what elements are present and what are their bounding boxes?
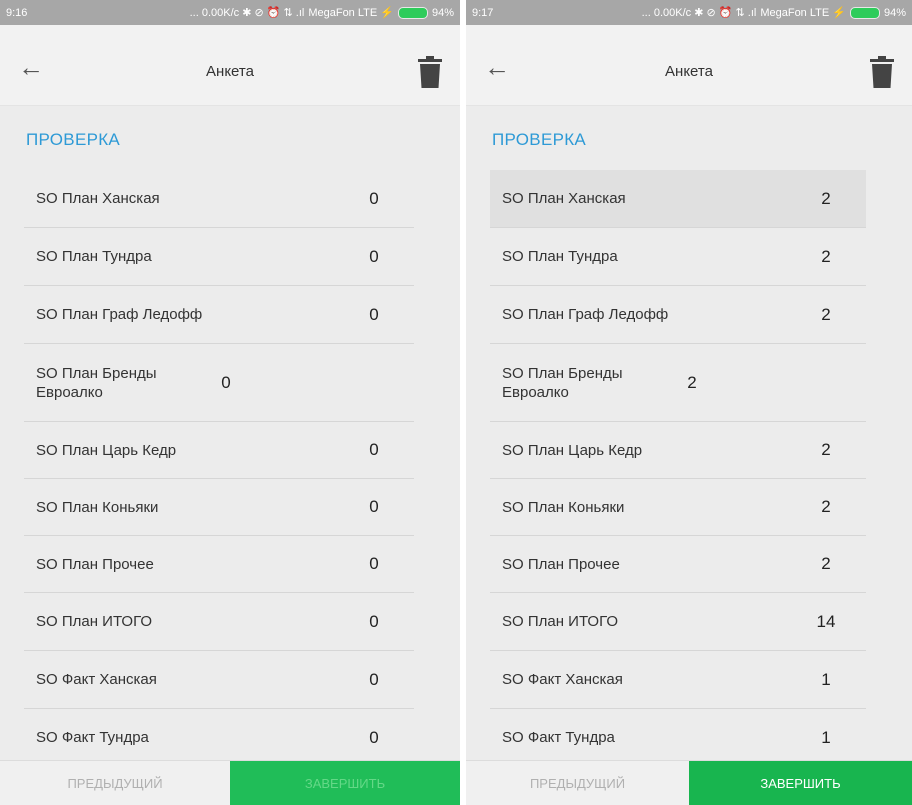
- list-item[interactable]: SO План Ханская 0: [24, 170, 414, 228]
- row-label: SO План Бренды Евроалко: [36, 364, 157, 401]
- list-item[interactable]: SO План Тундра 0: [24, 228, 414, 286]
- status-indicators-group: ... 0.00K/c ✱ ⊘ ⏰ ⇅ .ıl MegaFon LTE ⚡ 94…: [190, 6, 454, 19]
- row-label: SO План ИТОГО: [502, 613, 619, 630]
- row-label: SO Факт Тундра: [502, 729, 615, 746]
- status-carrier: MegaFon LTE ⚡: [760, 7, 846, 19]
- row-value[interactable]: 2: [786, 497, 866, 517]
- list-item[interactable]: SO План Бренды Евроалко 2: [490, 344, 866, 422]
- list-item[interactable]: SO План ИТОГО 0: [24, 593, 414, 651]
- app-bar: ← Анкета: [0, 25, 460, 106]
- row-value[interactable]: 2: [786, 247, 866, 267]
- trash-icon[interactable]: [870, 56, 894, 88]
- row-value[interactable]: 0: [334, 440, 414, 460]
- row-label: SO Факт Тундра: [36, 729, 149, 746]
- list-item[interactable]: SO План Тундра 2: [490, 228, 866, 286]
- row-value[interactable]: 0: [334, 670, 414, 690]
- list-item[interactable]: SO План Коньяки 2: [490, 479, 866, 536]
- row-label: SO План Прочее: [36, 555, 154, 573]
- status-battery: 94%: [431, 6, 454, 19]
- row-value[interactable]: 2: [786, 189, 866, 209]
- question-list: SO План Ханская 0 SO План Тундра 0 SO Пл…: [24, 170, 414, 767]
- phone-screen-right: 9:17 ... 0.00K/c ✱ ⊘ ⏰ ⇅ .ıl MegaFon LTE…: [466, 0, 912, 805]
- list-item[interactable]: SO План Царь Кедр 2: [490, 422, 866, 479]
- status-bar: 9:17 ... 0.00K/c ✱ ⊘ ⏰ ⇅ .ıl MegaFon LTE…: [466, 0, 912, 25]
- status-carrier: MegaFon LTE ⚡: [308, 7, 394, 19]
- row-label: SO План Граф Ледофф: [502, 306, 669, 323]
- row-value[interactable]: 0: [334, 728, 414, 748]
- row-label: SO План Коньяки: [502, 498, 625, 516]
- list-item[interactable]: SO План ИТОГО 14: [490, 593, 866, 651]
- previous-button[interactable]: ПРЕДЫДУЩИЙ: [466, 761, 689, 805]
- row-value[interactable]: 0: [334, 189, 414, 209]
- row-label: SO План Прочее: [502, 555, 620, 573]
- status-indicators: ... 0.00K/c ✱ ⊘ ⏰ ⇅ .ıl: [189, 7, 305, 19]
- bottom-action-bar: ПРЕДЫДУЩИЙ ЗАВЕРШИТЬ: [466, 760, 912, 805]
- list-item-selected[interactable]: SO План Ханская 2: [490, 170, 866, 228]
- row-value[interactable]: 14: [786, 612, 866, 632]
- row-label: SO Факт Ханская: [502, 671, 623, 688]
- question-list: SO План Ханская 2 SO План Тундра 2 SO Пл…: [490, 170, 866, 767]
- row-value[interactable]: 1: [786, 670, 866, 690]
- list-item[interactable]: SO Факт Тундра 0: [24, 709, 414, 767]
- battery-icon: [849, 6, 880, 19]
- list-item[interactable]: SO План Граф Ледофф 0: [24, 286, 414, 344]
- row-label: SO План Тундра: [36, 248, 152, 265]
- row-value[interactable]: 0: [334, 612, 414, 632]
- status-battery: 94%: [883, 6, 906, 19]
- trash-icon[interactable]: [418, 56, 442, 88]
- row-label: SO План Бренды Евроалко: [502, 364, 623, 401]
- row-value[interactable]: 0: [334, 247, 414, 267]
- row-label: SO План ИТОГО: [36, 613, 153, 630]
- previous-button[interactable]: ПРЕДЫДУЩИЙ: [0, 761, 230, 805]
- row-label: SO План Царь Кедр: [36, 441, 177, 459]
- list-item[interactable]: SO План Коньяки 0: [24, 479, 414, 536]
- page-title: Анкета: [206, 63, 254, 80]
- phone-screen-left: 9:16 ... 0.00K/c ✱ ⊘ ⏰ ⇅ .ıl MegaFon LTE…: [0, 0, 460, 805]
- list-item[interactable]: SO План Прочее 0: [24, 536, 414, 593]
- row-value[interactable]: 0: [334, 554, 414, 574]
- status-indicators: ... 0.00K/c ✱ ⊘ ⏰ ⇅ .ıl: [641, 7, 757, 19]
- status-bar: 9:16 ... 0.00K/c ✱ ⊘ ⏰ ⇅ .ıl MegaFon LTE…: [0, 0, 460, 25]
- app-bar: ← Анкета: [466, 25, 912, 106]
- row-label: SO План Тундра: [502, 248, 618, 265]
- finish-button[interactable]: ЗАВЕРШИТЬ: [230, 761, 460, 805]
- row-value[interactable]: 1: [786, 728, 866, 748]
- row-value[interactable]: 2: [786, 554, 866, 574]
- status-time: 9:17: [472, 6, 494, 19]
- row-value[interactable]: 0: [334, 305, 414, 325]
- row-label: SO План Царь Кедр: [502, 441, 643, 459]
- list-item[interactable]: SO План Граф Ледофф 2: [490, 286, 866, 344]
- row-value[interactable]: 2: [786, 440, 866, 460]
- row-label: SO План Ханская: [502, 190, 626, 207]
- battery-icon: [397, 6, 428, 19]
- status-time: 9:16: [6, 6, 28, 19]
- section-title: ПРОВЕРКА: [492, 130, 587, 149]
- row-value[interactable]: 2: [786, 305, 866, 325]
- list-item[interactable]: SO План Бренды Евроалко 0: [24, 344, 414, 422]
- list-item[interactable]: SO Факт Ханская 0: [24, 651, 414, 709]
- screenshot-canvas: 9:16 ... 0.00K/c ✱ ⊘ ⏰ ⇅ .ıl MegaFon LTE…: [0, 0, 912, 805]
- finish-button[interactable]: ЗАВЕРШИТЬ: [689, 761, 912, 805]
- row-label: SO План Коньяки: [36, 498, 159, 516]
- row-label: SO План Ханская: [36, 190, 160, 207]
- list-item[interactable]: SO Факт Тундра 1: [490, 709, 866, 767]
- bottom-action-bar: ПРЕДЫДУЩИЙ ЗАВЕРШИТЬ: [0, 760, 460, 805]
- status-indicators-group: ... 0.00K/c ✱ ⊘ ⏰ ⇅ .ıl MegaFon LTE ⚡ 94…: [642, 6, 906, 19]
- row-value[interactable]: 2: [652, 373, 732, 393]
- section-title: ПРОВЕРКА: [26, 130, 121, 149]
- row-value[interactable]: 0: [334, 497, 414, 517]
- row-label: SO План Граф Ледофф: [36, 306, 203, 323]
- row-value[interactable]: 0: [186, 373, 266, 393]
- row-label: SO Факт Ханская: [36, 671, 157, 688]
- list-item[interactable]: SO План Прочее 2: [490, 536, 866, 593]
- page-title: Анкета: [665, 63, 713, 80]
- list-item[interactable]: SO Факт Ханская 1: [490, 651, 866, 709]
- list-item[interactable]: SO План Царь Кедр 0: [24, 422, 414, 479]
